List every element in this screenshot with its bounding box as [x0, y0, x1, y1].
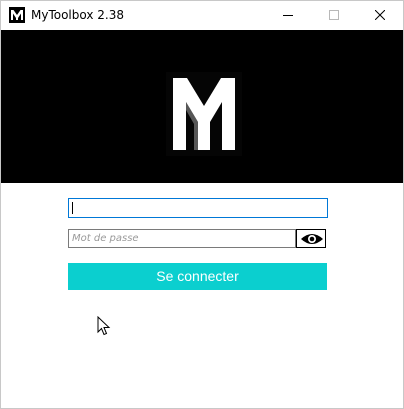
username-input[interactable]	[68, 198, 328, 218]
m-logo	[166, 72, 242, 156]
mouse-cursor-icon	[97, 316, 111, 336]
eye-icon	[301, 234, 323, 244]
password-input[interactable]: Mot de passe	[68, 229, 296, 248]
close-button[interactable]	[357, 1, 403, 30]
maximize-button[interactable]	[311, 1, 357, 30]
app-window: MyToolbox 2.38 Mot de passe Se connecter	[0, 0, 404, 409]
app-logo-icon	[9, 7, 25, 23]
show-password-button[interactable]	[296, 229, 326, 248]
minimize-button[interactable]	[265, 1, 311, 30]
title-bar[interactable]: MyToolbox 2.38	[1, 1, 403, 30]
minimize-icon	[283, 15, 293, 16]
login-button[interactable]: Se connecter	[68, 263, 327, 290]
password-placeholder: Mot de passe	[72, 233, 139, 244]
window-title: MyToolbox 2.38	[31, 8, 124, 22]
maximize-icon	[329, 10, 339, 20]
logo-banner	[1, 30, 403, 183]
close-icon	[375, 10, 385, 20]
text-caret	[72, 202, 73, 214]
